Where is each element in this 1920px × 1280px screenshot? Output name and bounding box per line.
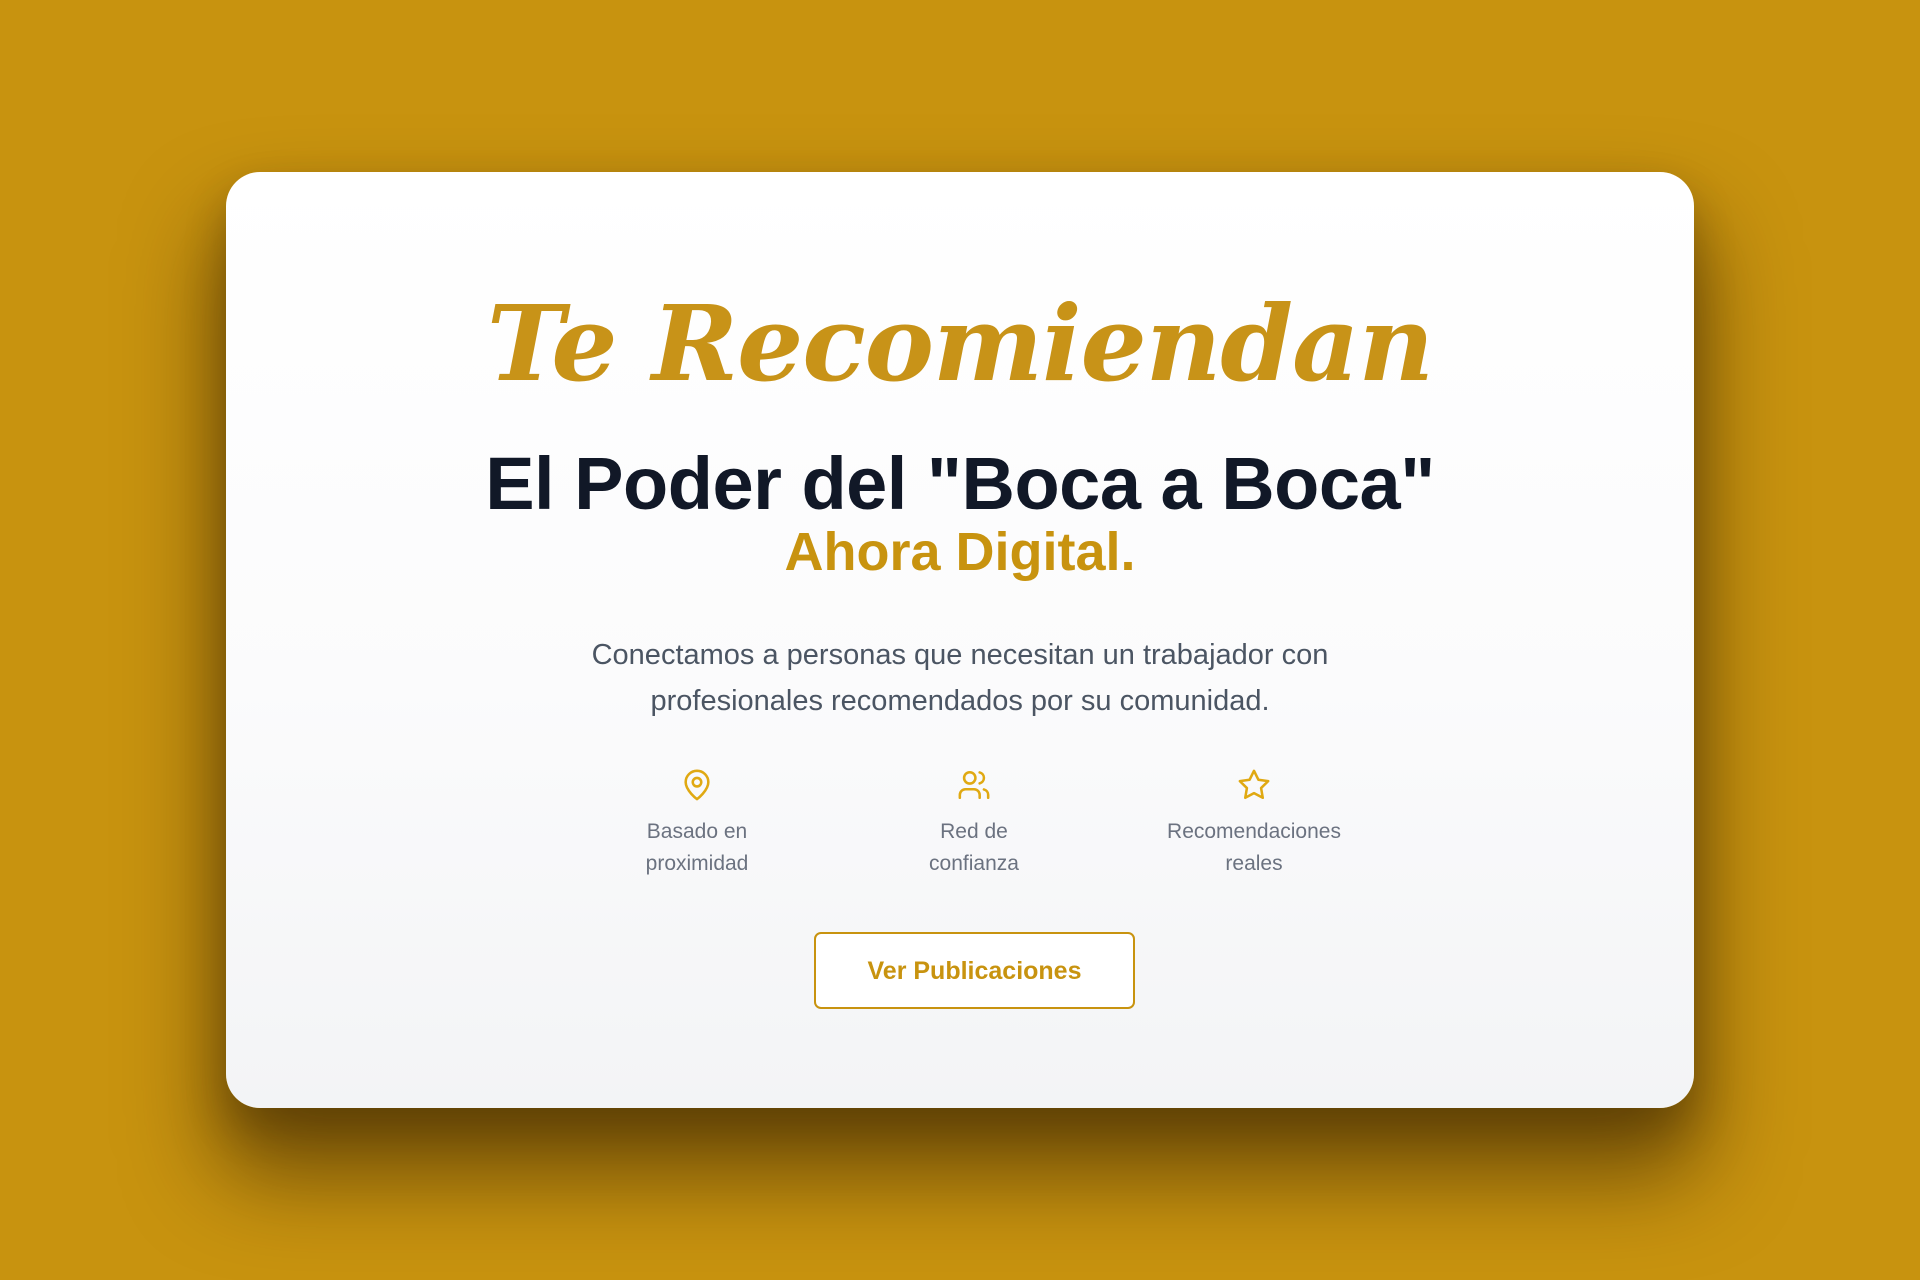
feature-real-recommendations: Recomendaciones reales [1134, 768, 1374, 880]
hero-description-line-2: profesionales recomendados por su comuni… [650, 685, 1270, 717]
brand-logo-text: Te Recomiendan [486, 282, 1434, 405]
feature-trust-network-label-line-1: Red de [940, 820, 1008, 843]
feature-real-recommendations-label-line-2: reales [1225, 852, 1283, 875]
hero-headline: El Poder del "Boca a Boca" [485, 442, 1435, 525]
hero-headline-accent: Ahora Digital. [784, 522, 1136, 582]
feature-trust-network-label-line-2: confianza [929, 852, 1019, 875]
feature-proximity-label-line-2: proximidad [645, 852, 749, 875]
hero-card: Te Recomiendan El Poder del "Boca a Boca… [226, 172, 1694, 1108]
feature-list: Basado en proximidad Red de confianza Re… [226, 768, 1694, 888]
feature-proximity: Basado en proximidad [577, 768, 817, 880]
hero-description-line-1: Conectamos a personas que necesitan un t… [591, 639, 1329, 671]
users-icon [958, 770, 990, 800]
feature-proximity-label-line-1: Basado en [646, 820, 748, 843]
feature-real-recommendations-label-line-1: Recomendaciones [1167, 820, 1341, 843]
hero-description: Conectamos a personas que necesitan un t… [526, 632, 1394, 724]
map-pin-icon [684, 769, 710, 801]
star-icon [1238, 769, 1270, 800]
view-publications-button[interactable]: Ver Publicaciones [814, 932, 1135, 1009]
feature-trust-network: Red de confianza [854, 768, 1094, 880]
